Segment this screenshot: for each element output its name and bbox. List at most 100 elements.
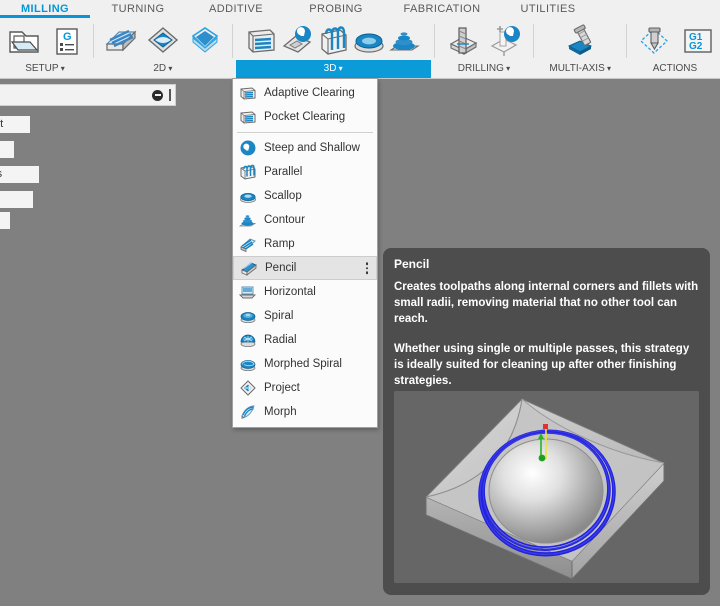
tooltip-paragraph-2: Whether using single or multiple passes,… xyxy=(394,343,690,387)
menu-item-ramp[interactable]: Ramp xyxy=(233,232,377,256)
panel-multi-axis-label[interactable]: MULTI-AXIS ▾ xyxy=(537,60,623,78)
tab-fabrication[interactable]: FABRICATION xyxy=(386,0,498,15)
panel-2d: 2D ▾ xyxy=(97,20,229,78)
panel-3d-text: 3D xyxy=(323,63,337,74)
ramp-icon xyxy=(239,235,257,253)
contour-icon xyxy=(238,211,257,229)
morph-icon xyxy=(239,403,257,421)
panel-divider xyxy=(626,24,627,58)
menu-item-ramp-label: Ramp xyxy=(264,238,295,250)
tab-additive[interactable]: ADDITIVE xyxy=(186,0,286,15)
menu-item-pencil[interactable]: Pencil xyxy=(233,256,377,280)
menu-item-pocket-clearing[interactable]: Pocket Clearing xyxy=(233,105,377,129)
menu-item-morphed-spiral[interactable]: Morphed Spiral xyxy=(233,352,377,376)
adaptive-2d-icon[interactable] xyxy=(143,22,183,60)
tooltip-paragraph-1: Creates toolpaths along internal corners… xyxy=(394,281,699,325)
panel-2d-icons xyxy=(97,20,229,60)
panel-3d-icons xyxy=(240,20,426,60)
tab-fabrication-label: FABRICATION xyxy=(403,3,481,15)
menu-item-horizontal[interactable]: Horizontal xyxy=(233,280,377,304)
tree-item-document-settings[interactable]: m xyxy=(0,141,14,158)
tooltip-title: Pencil xyxy=(394,257,430,271)
panel-divider xyxy=(533,24,535,58)
menu-item-morph-label: Morph xyxy=(264,406,297,418)
panel-3d: 3D ▾ xyxy=(235,20,431,78)
tree-item-root-label: Root xyxy=(0,118,4,130)
menu-item-morph[interactable]: Morph xyxy=(233,400,377,424)
tab-milling-label: MILLING xyxy=(20,3,69,15)
tree-item-root[interactable]: Root xyxy=(0,116,30,133)
menu-item-spiral-label: Spiral xyxy=(264,310,294,322)
tab-turning[interactable]: TURNING xyxy=(90,0,186,15)
panel-divider xyxy=(231,24,233,58)
menu-item-radial[interactable]: Radial xyxy=(233,328,377,352)
browser-search-bar[interactable] xyxy=(0,84,176,106)
menu-item-project[interactable]: Project xyxy=(233,376,377,400)
panel-actions-label[interactable]: ACTIONS xyxy=(630,60,720,78)
tree-item-models[interactable]: dels xyxy=(0,191,33,208)
contour-2d-icon[interactable] xyxy=(185,22,225,60)
horizontal-icon xyxy=(238,283,257,301)
svg-text:G2: G2 xyxy=(689,41,703,52)
panel-multi-axis: MULTI-AXIS ▾ xyxy=(537,20,623,78)
contour-3d-icon[interactable] xyxy=(388,22,422,60)
panel-divider xyxy=(433,24,435,58)
pocket-clearing-icon xyxy=(239,108,257,126)
steep-and-shallow-icon[interactable] xyxy=(280,22,314,60)
multi-axis-icon[interactable] xyxy=(560,22,600,60)
parallel-icon[interactable] xyxy=(316,22,350,60)
kebab-menu-icon[interactable] xyxy=(365,262,368,274)
tree-item-partial[interactable] xyxy=(0,212,10,229)
menu-item-scallop[interactable]: Scallop xyxy=(233,184,377,208)
menu-item-contour[interactable]: Contour xyxy=(233,208,377,232)
post-process-icon[interactable]: G1 G2 xyxy=(676,22,716,60)
menu-item-adaptive-clearing[interactable]: Adaptive Clearing xyxy=(233,81,377,105)
tree-item-named-views-label: Views xyxy=(0,168,2,180)
tab-additive-label: ADDITIVE xyxy=(209,3,263,15)
morphed-spiral-icon xyxy=(239,355,257,373)
panel-actions-text: ACTIONS xyxy=(652,63,698,74)
panel-multi-axis-text: MULTI-AXIS xyxy=(549,63,605,74)
panel-setup-label[interactable]: SETUP ▾ xyxy=(0,60,90,78)
panel-drilling-label[interactable]: DRILLING ▾ xyxy=(437,60,530,78)
menu-item-adaptive-clearing-label: Adaptive Clearing xyxy=(264,87,355,99)
menu-item-spiral[interactable]: Spiral xyxy=(233,304,377,328)
tab-milling[interactable]: MILLING xyxy=(0,0,90,18)
adaptive-clearing-icon xyxy=(239,84,257,102)
ribbon-tab-bar: MILLING TURNING ADDITIVE PROBING FABRICA… xyxy=(0,0,720,20)
chevron-down-icon: ▾ xyxy=(336,64,343,73)
face-icon[interactable] xyxy=(101,22,141,60)
menu-item-morphed-spiral-label: Morphed Spiral xyxy=(264,358,342,370)
panel-divider xyxy=(93,24,94,58)
tree-item-named-views[interactable]: Views xyxy=(0,166,39,183)
tooltip-preview-image xyxy=(394,391,699,583)
chevron-down-icon: ▾ xyxy=(58,64,65,73)
g-code-list-icon[interactable]: G xyxy=(46,22,86,60)
panel-2d-text: 2D xyxy=(153,63,167,74)
drill-icon[interactable] xyxy=(443,22,483,60)
add-probe-icon[interactable] xyxy=(485,22,525,60)
menu-item-pocket-clearing-label: Pocket Clearing xyxy=(264,111,346,123)
minus-circle-icon[interactable] xyxy=(152,89,163,101)
tab-utilities[interactable]: UTILITIES xyxy=(498,0,598,15)
menu-item-scallop-label: Scallop xyxy=(264,190,302,202)
project-icon xyxy=(239,379,257,397)
menu-item-project-label: Project xyxy=(264,382,300,394)
new-setup-icon[interactable] xyxy=(4,22,44,60)
tab-probing[interactable]: PROBING xyxy=(286,0,386,15)
menu-item-parallel[interactable]: Parallel xyxy=(233,160,377,184)
menu-item-steep-and-shallow[interactable]: Steep and Shallow xyxy=(233,136,377,160)
panel-multi-axis-icons xyxy=(556,20,604,60)
pencil-icon xyxy=(240,259,258,277)
adaptive-clearing-icon[interactable] xyxy=(244,22,278,60)
panel-drilling: DRILLING ▾ xyxy=(437,20,530,78)
scallop-icon[interactable] xyxy=(352,22,386,60)
simulate-icon[interactable] xyxy=(634,22,674,60)
panel-3d-label[interactable]: 3D ▾ xyxy=(235,60,431,78)
text-cursor xyxy=(169,89,171,101)
menu-item-contour-label: Contour xyxy=(264,214,305,226)
panel-2d-label[interactable]: 2D ▾ xyxy=(97,60,229,78)
svg-text:G: G xyxy=(63,31,72,43)
menu-item-radial-label: Radial xyxy=(264,334,297,346)
ribbon: MILLING TURNING ADDITIVE PROBING FABRICA… xyxy=(0,0,720,79)
